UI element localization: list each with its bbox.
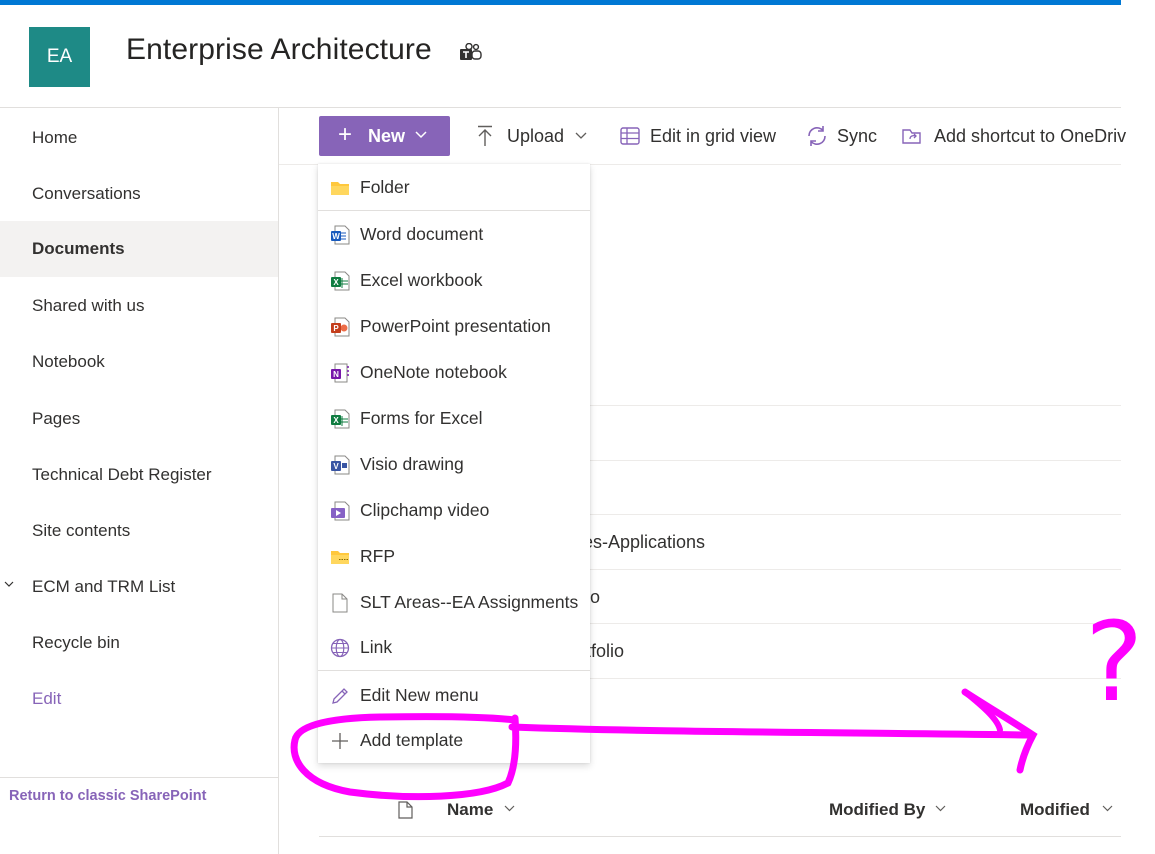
- globe-icon: [330, 638, 350, 658]
- column-header-modified[interactable]: Modified: [1020, 800, 1090, 820]
- word-icon: W: [331, 225, 350, 245]
- excel-icon: X: [331, 271, 350, 291]
- site-logo[interactable]: EA: [29, 27, 90, 87]
- return-to-classic-link[interactable]: Return to classic SharePoint: [9, 788, 206, 804]
- sync-icon: [808, 126, 826, 146]
- chevron-down-icon[interactable]: [504, 804, 515, 813]
- site-title[interactable]: Enterprise Architecture: [126, 33, 432, 67]
- visio-icon: V: [331, 455, 350, 475]
- row-divider: [560, 569, 1121, 570]
- teams-icon[interactable]: [459, 43, 483, 63]
- nav-item-technical-debt-register[interactable]: Technical Debt Register: [0, 447, 278, 503]
- question-mark-annotation: ?: [1085, 598, 1143, 726]
- menu-item-onenote-notebook[interactable]: N OneNote notebook: [318, 351, 590, 395]
- svg-text:X: X: [333, 278, 339, 287]
- powerpoint-icon: P: [331, 317, 350, 337]
- menu-item-edit-new-menu[interactable]: Edit New menu: [318, 674, 590, 718]
- sync-button[interactable]: Sync: [837, 126, 877, 147]
- new-button[interactable]: + New: [319, 116, 450, 156]
- folder-icon: [331, 182, 349, 195]
- menu-item-rfp[interactable]: RFP: [318, 535, 590, 579]
- site-logo-text: EA: [46, 46, 73, 67]
- menu-item-word-document[interactable]: W Word document: [318, 213, 590, 257]
- row-divider: [560, 623, 1121, 624]
- svg-text:P: P: [333, 324, 339, 333]
- menu-item-add-template[interactable]: Add template: [318, 719, 590, 763]
- nav-item-notebook[interactable]: Notebook: [0, 334, 278, 390]
- top-accent-bar: [0, 0, 1121, 5]
- left-navigation: Home Conversations Documents Shared with…: [0, 108, 279, 854]
- grid-icon: [620, 127, 640, 145]
- nav-edit-link[interactable]: Edit: [0, 671, 278, 727]
- upload-icon: [478, 125, 492, 146]
- clipchamp-icon: [331, 501, 350, 521]
- column-header-modified-by[interactable]: Modified By: [829, 800, 925, 820]
- menu-item-link[interactable]: Link: [318, 626, 590, 670]
- pencil-icon: [332, 688, 348, 704]
- sidebar-divider: [0, 777, 278, 778]
- nav-item-site-contents[interactable]: Site contents: [0, 503, 278, 559]
- chevron-down-icon[interactable]: [1102, 804, 1113, 813]
- list-item[interactable]: o: [590, 587, 600, 608]
- forms-excel-icon: X: [331, 409, 350, 429]
- nav-item-shared-with-us[interactable]: Shared with us: [0, 278, 278, 334]
- svg-text:W: W: [332, 232, 340, 241]
- file-type-icon: [398, 801, 413, 819]
- shortcut-icon: [902, 129, 921, 144]
- menu-item-forms-for-excel[interactable]: X Forms for Excel: [318, 397, 590, 441]
- plus-icon: +: [338, 121, 353, 148]
- chevron-down-icon[interactable]: [4, 579, 14, 589]
- nav-item-documents[interactable]: Documents: [0, 221, 278, 277]
- menu-divider: [318, 210, 590, 211]
- nav-item-home[interactable]: Home: [0, 110, 278, 166]
- menu-item-excel-workbook[interactable]: X Excel workbook: [318, 259, 590, 303]
- nav-item-conversations[interactable]: Conversations: [0, 166, 278, 222]
- column-header-name[interactable]: Name: [447, 800, 493, 820]
- upload-button[interactable]: Upload: [507, 126, 564, 147]
- list-item[interactable]: ies-Applications: [579, 532, 705, 553]
- chevron-down-icon[interactable]: [935, 804, 946, 813]
- menu-divider: [318, 670, 590, 671]
- add-shortcut-button[interactable]: Add shortcut to OneDriv: [934, 126, 1126, 147]
- row-divider: [560, 460, 1121, 461]
- nav-item-ecm-and-trm-list[interactable]: ECM and TRM List: [0, 559, 278, 615]
- menu-item-visio-drawing[interactable]: V Visio drawing: [318, 443, 590, 487]
- menu-item-slt-areas-ea-assignments[interactable]: SLT Areas--EA Assignments: [318, 581, 590, 625]
- list-header-divider: [319, 836, 1121, 837]
- svg-text:N: N: [333, 370, 339, 379]
- row-divider: [560, 514, 1121, 515]
- nav-item-recycle-bin[interactable]: Recycle bin: [0, 615, 278, 671]
- menu-item-clipchamp-video[interactable]: Clipchamp video: [318, 489, 590, 533]
- onenote-icon: N: [331, 363, 349, 383]
- menu-item-powerpoint-presentation[interactable]: P PowerPoint presentation: [318, 305, 590, 349]
- svg-text:X: X: [333, 416, 339, 425]
- menu-item-folder[interactable]: Folder: [318, 166, 590, 210]
- document-icon: [332, 593, 348, 613]
- chevron-down-icon: [415, 131, 427, 139]
- plus-icon: [332, 733, 348, 749]
- row-divider: [560, 678, 1121, 679]
- edit-in-grid-view-button[interactable]: Edit in grid view: [650, 126, 776, 147]
- new-button-label: New: [368, 126, 406, 146]
- row-divider: [560, 405, 1121, 406]
- nav-item-pages[interactable]: Pages: [0, 391, 278, 447]
- svg-text:V: V: [333, 462, 339, 471]
- chevron-down-icon[interactable]: [575, 131, 587, 141]
- rfp-folder-icon: [331, 551, 349, 564]
- new-menu-dropdown: Folder W Word document X Excel workbook …: [318, 164, 590, 763]
